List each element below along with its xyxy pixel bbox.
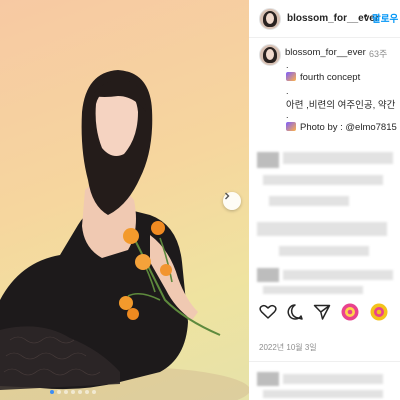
carousel-dot <box>71 390 75 394</box>
caption-line: fourth concept <box>286 72 360 83</box>
chevron-right-icon <box>225 192 230 200</box>
caption-line: . <box>286 86 289 96</box>
divider <box>249 361 400 362</box>
blurred-comment-avatar <box>257 152 279 168</box>
carousel-dot <box>85 390 89 394</box>
pink-circle-extension-icon[interactable] <box>340 302 360 322</box>
blurred-comment-avatar <box>257 268 279 282</box>
post-photo <box>0 0 249 400</box>
heart-icon[interactable] <box>258 302 278 322</box>
caption-age: 63주 <box>369 49 388 59</box>
carousel-dot <box>57 390 61 394</box>
carousel-dot <box>92 390 96 394</box>
yellow-circle-extension-icon[interactable] <box>369 302 389 322</box>
carousel-indicator <box>50 390 96 394</box>
blurred-comment <box>279 246 369 256</box>
blurred-comment <box>257 222 387 236</box>
follow-button[interactable]: 팔로우 <box>372 11 398 25</box>
post-header: blossom_for__ever • 팔로우 <box>249 0 400 38</box>
caption-avatar[interactable] <box>259 44 281 66</box>
blurred-comment <box>269 196 349 206</box>
sparkle-emoji-icon <box>286 72 296 81</box>
carousel-next-button[interactable] <box>223 192 241 210</box>
photo-illustration <box>0 70 249 400</box>
carousel-dot <box>78 390 82 394</box>
blurred-comment <box>263 175 383 185</box>
caption-username[interactable]: blossom_for__ever <box>285 47 366 58</box>
post-date: 2022년 10월 3일 <box>259 343 317 352</box>
caption-line: . <box>286 110 289 120</box>
blurred-comment <box>283 152 393 164</box>
caption-line: Photo by : @elmo7815 <box>286 122 397 133</box>
caption-line: . <box>286 60 289 70</box>
camera-emoji-icon <box>286 122 296 131</box>
carousel-dot <box>50 390 54 394</box>
carousel-dot <box>64 390 68 394</box>
avatar[interactable] <box>259 8 281 30</box>
blurred-comment <box>283 270 393 280</box>
comment-icon[interactable] <box>285 302 305 322</box>
blurred-comment <box>283 374 383 384</box>
blurred-comment <box>263 390 383 398</box>
blurred-comment-avatar <box>257 372 279 386</box>
caption-line: 아련 ,비련의 여주인공, 약간 <box>286 100 396 111</box>
blurred-comment <box>263 286 363 294</box>
paper-plane-icon[interactable] <box>312 302 332 322</box>
separator-dot: • <box>364 11 368 22</box>
action-bar <box>249 302 400 326</box>
post-side-panel: blossom_for__ever • 팔로우 blossom_for__eve… <box>249 0 400 400</box>
